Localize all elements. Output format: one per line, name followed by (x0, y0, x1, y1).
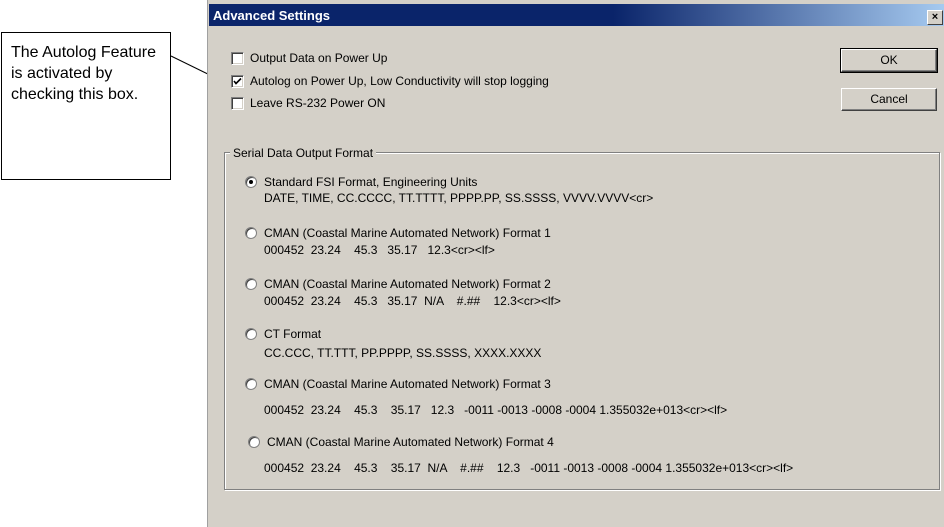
format-sample: 000452 23.24 45.3 35.17 12.3<cr><lf> (264, 243, 495, 257)
format-sample: 000452 23.24 45.3 35.17 12.3 -0011 -0013… (264, 403, 728, 417)
cancel-button[interactable]: Cancel (841, 88, 937, 111)
checkmark-icon (233, 77, 242, 85)
format-sample: CC.CCC, TT.TTT, PP.PPPP, SS.SSSS, XXXX.X… (264, 346, 542, 360)
group-label: Serial Data Output Format (230, 146, 377, 160)
radio-cman-format-4[interactable]: CMAN (Coastal Marine Automated Network) … (248, 435, 554, 449)
radio-cman-format-3[interactable]: CMAN (Coastal Marine Automated Network) … (245, 377, 551, 391)
ok-button[interactable]: OK (840, 48, 938, 73)
radio-cman-format-2[interactable]: CMAN (Coastal Marine Automated Network) … (245, 277, 551, 291)
radio-cman-format-1[interactable]: CMAN (Coastal Marine Automated Network) … (245, 226, 551, 240)
radio-button[interactable] (245, 378, 257, 390)
callout-box: The Autolog Feature is activated by chec… (1, 32, 171, 180)
radio-ct-format[interactable]: CT Format (245, 327, 321, 341)
radio-button[interactable] (248, 436, 260, 448)
dialog-title: Advanced Settings (213, 8, 331, 23)
format-sample: 000452 23.24 45.3 35.17 N/A #.## 12.3 -0… (264, 461, 794, 475)
radio-label: Standard FSI Format, Engineering Units (264, 175, 478, 189)
format-sample: 000452 23.24 45.3 35.17 N/A #.## 12.3<cr… (264, 294, 561, 308)
radio-label: CMAN (Coastal Marine Automated Network) … (264, 277, 551, 291)
checkbox-autolog-on-power-up[interactable]: Autolog on Power Up, Low Conductivity wi… (231, 74, 549, 88)
format-sample: DATE, TIME, CC.CCCC, TT.TTTT, PPPP.PP, S… (264, 191, 654, 205)
checkbox-box[interactable] (231, 51, 244, 65)
checkbox-label: Output Data on Power Up (250, 51, 388, 65)
checkbox-output-on-power-up[interactable]: Output Data on Power Up (231, 51, 387, 65)
title-bar: Advanced Settings × (209, 4, 944, 26)
radio-label: CMAN (Coastal Marine Automated Network) … (264, 377, 551, 391)
radio-button[interactable] (245, 227, 257, 239)
checkbox-box[interactable] (231, 74, 244, 88)
radio-button[interactable] (245, 278, 257, 290)
callout-text: The Autolog Feature is activated by chec… (11, 44, 156, 103)
radio-button[interactable] (245, 328, 257, 340)
advanced-settings-dialog: Advanced Settings × Output Data on Power… (207, 0, 944, 527)
checkbox-label: Leave RS-232 Power ON (250, 96, 386, 110)
radio-standard-fsi[interactable]: Standard FSI Format, Engineering Units (245, 175, 477, 189)
close-icon: × (931, 11, 939, 23)
checkbox-leave-rs232-power-on[interactable]: Leave RS-232 Power ON (231, 96, 385, 110)
close-button[interactable]: × (927, 10, 943, 25)
checkbox-label: Autolog on Power Up, Low Conductivity wi… (250, 74, 549, 88)
radio-label: CMAN (Coastal Marine Automated Network) … (267, 435, 554, 449)
checkbox-box[interactable] (231, 96, 244, 110)
radio-label: CMAN (Coastal Marine Automated Network) … (264, 226, 551, 240)
radio-label: CT Format (264, 327, 322, 341)
radio-button[interactable] (245, 176, 257, 188)
